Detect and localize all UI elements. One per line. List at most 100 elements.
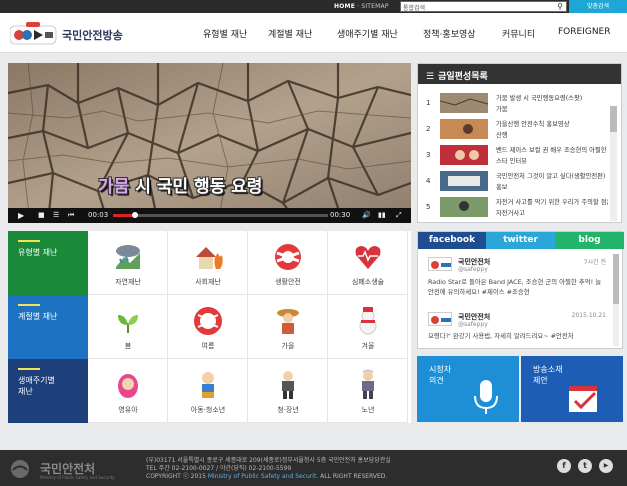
topic-suggestion-button[interactable]: 방송소재 제안 — [521, 356, 623, 422]
search-scope-select[interactable]: 통합검색 — [403, 3, 425, 12]
label-accent-line — [18, 304, 40, 306]
schedule-num: 2 — [426, 125, 431, 133]
progress-knob[interactable] — [131, 212, 138, 218]
category-label-text: 생애주기별 재난 — [18, 375, 55, 397]
fullscreen-icon[interactable]: ⤢ — [396, 211, 402, 220]
schedule-item[interactable]: 5 자전거 사고를 막기 위한 우리가 주의할 점은? 자전거사고 — [418, 195, 608, 219]
category-type-label[interactable]: 유형별 재난 — [8, 231, 88, 295]
play-icon[interactable]: ▶ — [18, 211, 24, 220]
category-lifecycle-label[interactable]: 생애주기별 재난 — [8, 359, 88, 423]
schedule-num: 5 — [426, 203, 431, 211]
natural-disaster-icon — [116, 245, 140, 269]
home-link[interactable]: HOME — [334, 3, 355, 10]
winter-icon — [359, 307, 377, 335]
site-name: 국민안전방송 — [62, 29, 123, 42]
category-spring[interactable]: 봄 — [88, 295, 168, 359]
site-logo[interactable]: 국민안전방송 — [10, 22, 135, 46]
schedule-item[interactable]: 4 국민안전처 그것이 알고 싶다(생활안전편) 홍보 — [418, 169, 608, 193]
microphone-icon — [474, 380, 498, 414]
box-label: 시청자 의견 — [429, 364, 451, 386]
volume-icon[interactable]: 🔊 — [362, 211, 371, 219]
prev-icon[interactable]: ⏮ — [68, 211, 74, 220]
nav-policy-video[interactable]: 정책·홍보영상 — [423, 27, 476, 40]
category-summer[interactable]: 여름 — [168, 295, 248, 359]
caption-highlight: 가뭄 — [98, 177, 130, 197]
tab-blog[interactable]: blog — [555, 232, 624, 249]
category-label-text: 계절별 재난 — [18, 312, 58, 321]
video-caption: 가뭄 시 국민 행동 요령 — [98, 172, 262, 197]
stop-icon[interactable]: ■ — [38, 211, 45, 219]
category-senior[interactable]: 노년 — [328, 359, 408, 423]
youtube-icon[interactable]: ▶ — [599, 459, 613, 473]
twitter-icon[interactable]: t — [578, 459, 592, 473]
volume-level-icon[interactable]: ▮▮ — [378, 211, 386, 219]
category-life-safety[interactable]: 생활안전 — [248, 231, 328, 295]
category-cpr[interactable]: 심폐소생술 — [328, 231, 408, 295]
senior-icon — [362, 369, 374, 399]
nav-disaster-type[interactable]: 유형별 재난 — [203, 27, 247, 40]
category-item-label: 자연재난 — [115, 278, 141, 286]
category-season-label[interactable]: 계절별 재난 — [8, 295, 88, 359]
youth-icon — [202, 372, 214, 398]
schedule-num: 1 — [426, 99, 431, 107]
site-header: 국민안전방송 유형별 재난 계절별 재난 생애주기별 재난 정책·홍보영상 커뮤… — [0, 13, 627, 53]
schedule-thumbnail — [440, 171, 488, 191]
schedule-thumbnail — [440, 119, 488, 139]
sitemap-link[interactable]: SITEMAP — [361, 3, 388, 10]
site-footer: 국민안전처 Ministry of Public Safety and Secu… — [0, 450, 627, 486]
category-youth[interactable]: 아동·청소년 — [168, 359, 248, 423]
nav-foreigner[interactable]: FOREIGNER — [558, 27, 611, 37]
category-infant[interactable]: 영유아 — [88, 359, 168, 423]
box-line2: 제안 — [533, 376, 548, 385]
label-line1: 생애주기별 — [18, 376, 55, 385]
search-input[interactable]: 통합검색 ⚲ — [400, 1, 567, 12]
schedule-item[interactable]: 1 가뭄 발생 시 국민행동요령(스팟) 가뭄 — [418, 91, 608, 115]
category-adult[interactable]: 청·장년 — [248, 359, 328, 423]
category-autumn[interactable]: 가을 — [248, 295, 328, 359]
viewer-opinion-button[interactable]: 시청자 의견 — [417, 356, 519, 422]
playlist-icon[interactable]: ☰ — [53, 211, 59, 219]
progress-bar[interactable] — [113, 212, 328, 218]
feed-post[interactable]: 국민안전처 @safeppy 7시간 전 Radio Star로 돌아온 Ban… — [424, 257, 610, 307]
category-natural-disaster[interactable]: 자연재난 — [88, 231, 168, 295]
copyright-ministry: Ministry of Public Safety and Securit. — [207, 473, 319, 480]
category-social-disaster[interactable]: 사회재난 — [168, 231, 248, 295]
schedule-scrollbar[interactable] — [610, 106, 617, 221]
avatar — [428, 257, 452, 271]
footer-copyright: COPYRIGHT ⓒ 2015 Ministry of Public Safe… — [146, 473, 391, 481]
scrollbar-thumb[interactable] — [613, 254, 619, 304]
detail-search-button[interactable]: 맞춤검색 — [569, 0, 627, 13]
nav-community[interactable]: 커뮤니티 — [502, 27, 535, 40]
search-icon[interactable]: ⚲ — [557, 2, 563, 11]
video-player[interactable]: 가뭄 시 국민 행동 요령 — [8, 63, 411, 223]
ministry-emblem-icon — [11, 460, 29, 478]
schedule-subtitle: 자전거사고 — [496, 210, 525, 217]
tab-facebook[interactable]: facebook — [418, 232, 486, 249]
box-label: 방송소재 제안 — [533, 364, 562, 386]
post-text: Radio Star로 돌아온 Band JACE, 조승현 군의 아찔한 추억… — [428, 278, 602, 296]
category-winter[interactable]: 겨울 — [328, 295, 408, 359]
avatar — [428, 312, 452, 326]
tab-twitter[interactable]: twitter — [486, 232, 555, 249]
box-line2: 의견 — [429, 376, 444, 385]
schedule-item[interactable]: 2 가을산행 안전수칙 홍보영상 산행 — [418, 117, 608, 141]
nav-lifecycle[interactable]: 생애주기별 재난 — [337, 27, 398, 40]
spring-icon — [118, 315, 138, 333]
footer-logo-sub: Ministry of Public Safety and Security — [40, 475, 115, 480]
schedule-subtitle: 산행 — [496, 132, 508, 139]
schedule-subtitle: 홍보 — [496, 184, 508, 191]
social-feed-panel: facebook twitter blog 국민안전처 @safeppy 7시간… — [417, 231, 624, 349]
schedule-header: ☰ 금일편성목록 — [418, 64, 621, 84]
feed-post[interactable]: 국민안전처 @safeppy 2015.10.21 요령다?' 완강기 사용법,… — [424, 312, 610, 348]
adult-icon — [282, 371, 294, 399]
schedule-num: 3 — [426, 151, 431, 159]
schedule-item[interactable]: 3 밴드 제이스 보컬 권 배우 조승현의 아찔한 추억 스타 인터뷰 — [418, 143, 608, 167]
category-item-label: 영유아 — [118, 406, 138, 414]
scrollbar-thumb[interactable] — [610, 106, 617, 132]
nav-seasonal[interactable]: 계절별 재난 — [268, 27, 312, 40]
post-handle: @safeppy — [458, 266, 488, 273]
facebook-icon[interactable]: f — [557, 459, 571, 473]
feed-scrollbar[interactable] — [613, 254, 619, 346]
category-item-label: 사회재난 — [195, 278, 221, 286]
footer-logo[interactable]: 국민안전처 Ministry of Public Safety and Secu… — [10, 458, 130, 480]
